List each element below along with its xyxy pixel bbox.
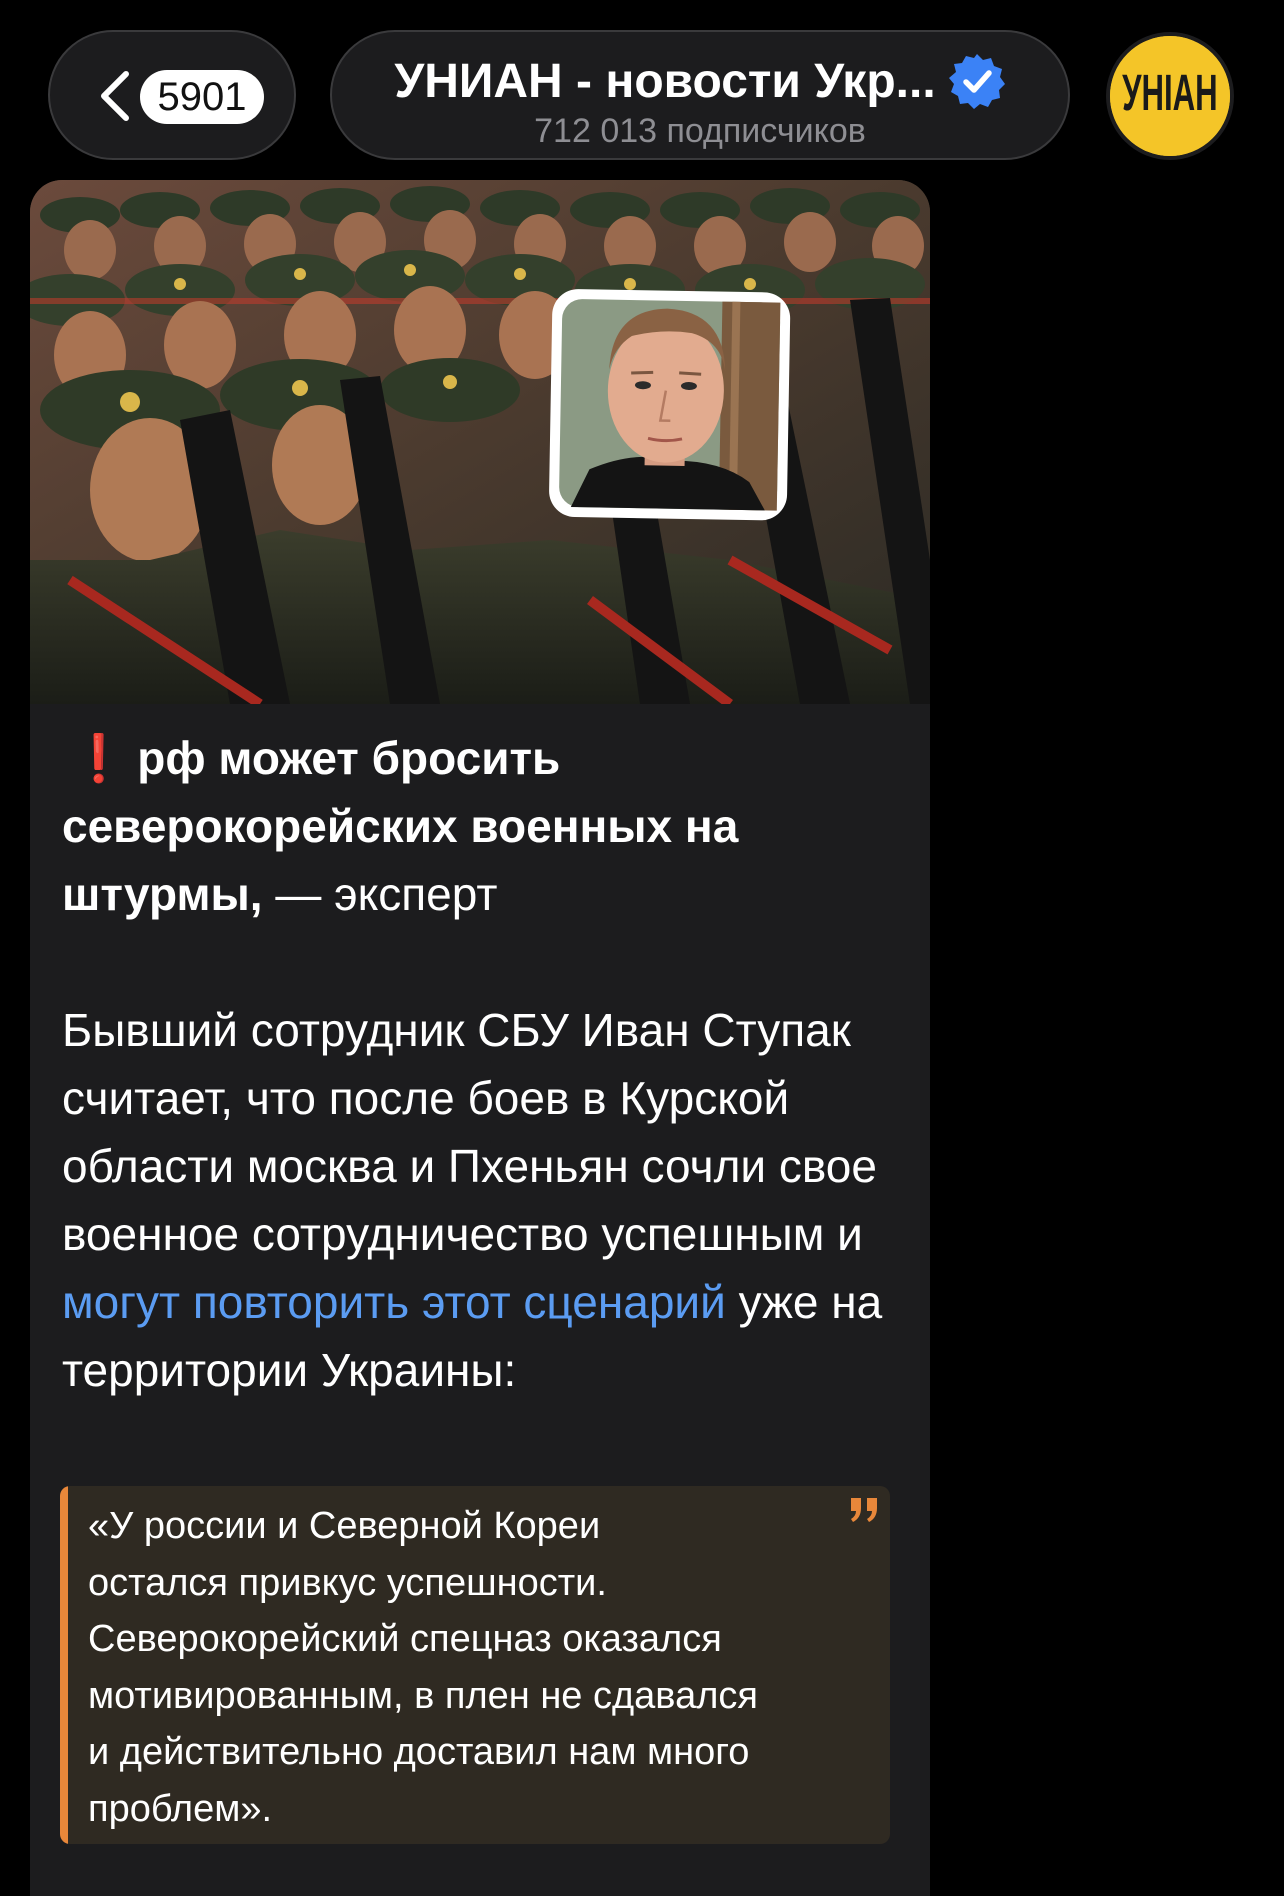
channel-title: УНИАН - новости Укр...	[394, 54, 936, 108]
quote-icon	[851, 1498, 877, 1522]
unian-logo: УНІАН	[1110, 36, 1230, 156]
post-body: Бывший сотрудник СБУ Иван Ступак считает…	[62, 996, 912, 1404]
soldiers-photo	[30, 180, 930, 704]
back-button[interactable]: 5901	[48, 30, 296, 160]
quote-block: «У россии и Северной Кореи остался привк…	[60, 1486, 890, 1844]
channel-avatar[interactable]: УНІАН	[1106, 32, 1234, 160]
quote-text: «У россии и Северной Кореи остался привк…	[88, 1505, 758, 1830]
subscriber-count: 712 013 подписчиков	[534, 112, 866, 150]
article-link[interactable]: могут повторить этот сценарий	[62, 1276, 726, 1328]
expert-portrait	[549, 289, 791, 521]
unread-count-badge: 5901	[140, 70, 264, 124]
chevron-left-icon	[101, 71, 129, 121]
channel-header[interactable]: УНИАН - новости Укр... 712 013 подписчик…	[330, 30, 1070, 160]
post-headline: ❗ рф может бросить северокорейских военны…	[62, 724, 912, 928]
body-text-before-link: Бывший сотрудник СБУ Иван Ступак считает…	[62, 1004, 877, 1260]
post-photo[interactable]	[30, 180, 930, 704]
quote-accent-bar	[60, 1486, 68, 1844]
verified-badge-icon	[948, 54, 1005, 109]
headline-rest-text: — эксперт	[262, 868, 498, 920]
red-exclamation-icon: ❗	[70, 732, 128, 784]
message-bubble: ❗ рф может бросить северокорейских военны…	[30, 180, 930, 1896]
avatar-logo-text: УНІАН	[1122, 64, 1218, 121]
